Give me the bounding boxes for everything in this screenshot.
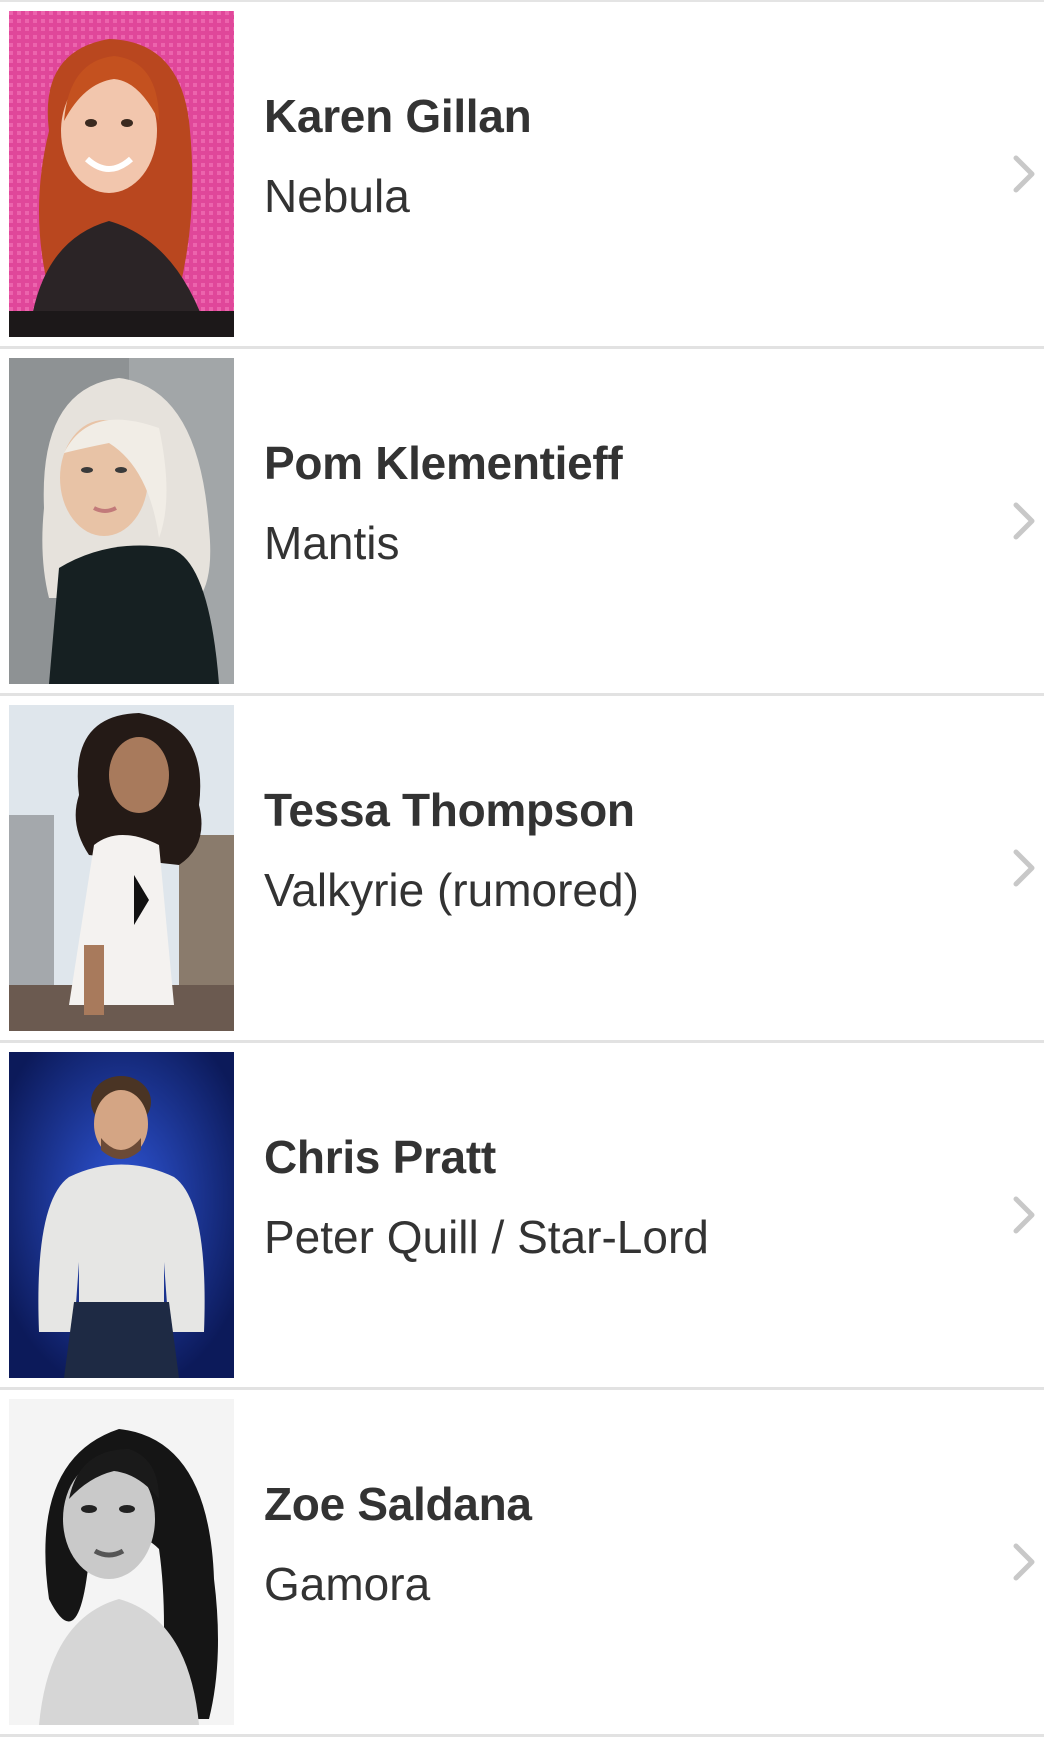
actor-name: Tessa Thompson: [264, 784, 635, 836]
actor-name: Chris Pratt: [264, 1131, 496, 1183]
actor-photo: [9, 705, 234, 1031]
cast-row-pom-klementieff[interactable]: Pom Klementieff Mantis: [0, 349, 1044, 696]
actor-name: Karen Gillan: [264, 90, 532, 142]
actor-name: Pom Klementieff: [264, 437, 623, 489]
cast-row-karen-gillan[interactable]: Karen Gillan Nebula: [0, 2, 1044, 349]
role-name: Peter Quill / Star-Lord: [264, 1211, 709, 1263]
cast-list: Karen Gillan Nebula Pom Klementieff Mant: [0, 0, 1044, 1747]
chevron-right-icon: [1010, 499, 1038, 543]
cast-row-text: Pom Klementieff Mantis: [264, 349, 984, 693]
actor-name: Zoe Saldana: [264, 1478, 532, 1530]
actor-photo: [9, 358, 234, 684]
actor-photo: [9, 1399, 234, 1725]
chevron-right-icon: [1010, 846, 1038, 890]
cast-row-chris-pratt[interactable]: Chris Pratt Peter Quill / Star-Lord: [0, 1043, 1044, 1390]
role-name: Gamora: [264, 1558, 431, 1610]
chevron-right-icon: [1010, 152, 1038, 196]
role-name: Mantis: [264, 517, 400, 569]
chevron-right-icon: [1010, 1193, 1038, 1237]
role-name: Nebula: [264, 170, 410, 222]
chevron-right-icon: [1010, 1540, 1038, 1584]
cast-row-zoe-saldana[interactable]: Zoe Saldana Gamora: [0, 1390, 1044, 1737]
actor-photo: [9, 1052, 234, 1378]
cast-row-text: Tessa Thompson Valkyrie (rumored): [264, 696, 984, 1040]
cast-row-text: Zoe Saldana Gamora: [264, 1390, 984, 1734]
actor-photo: [9, 11, 234, 337]
cast-row-text: Chris Pratt Peter Quill / Star-Lord: [264, 1043, 984, 1387]
role-name: Valkyrie (rumored): [264, 864, 639, 916]
cast-row-text: Karen Gillan Nebula: [264, 2, 984, 346]
cast-row-tessa-thompson[interactable]: Tessa Thompson Valkyrie (rumored): [0, 696, 1044, 1043]
